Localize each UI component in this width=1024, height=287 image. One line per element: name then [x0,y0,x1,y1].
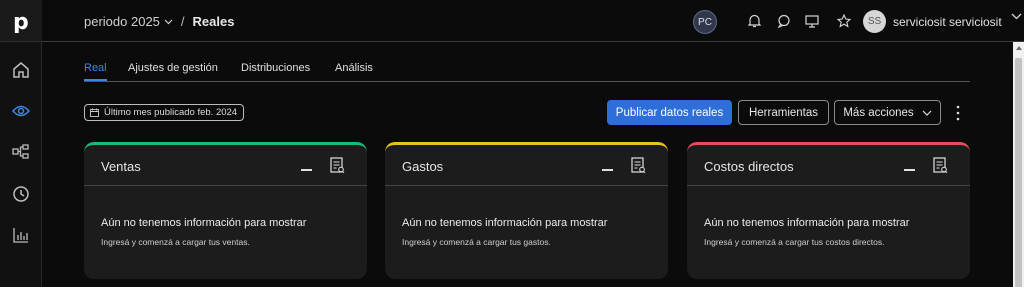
monitor-icon[interactable] [803,12,821,30]
tab-ajustes[interactable]: Ajustes de gestión [128,62,218,79]
breadcrumb-current: Reales [192,14,235,29]
home-icon[interactable] [9,58,33,82]
svg-text:p: p [13,10,29,33]
card-title: Costos directos [704,159,794,174]
card-empty-hint: Ingresá y comenzá a cargar tus ventas. [101,237,250,247]
report-icon[interactable] [933,157,948,174]
company-badge[interactable]: PC [693,10,717,34]
report-icon[interactable] [330,157,345,174]
logo-icon: p [13,10,29,33]
hierarchy-icon[interactable] [9,140,33,164]
period-label: periodo 2025 [84,14,160,29]
user-avatar[interactable]: SS [863,10,886,33]
card-empty-hint: Ingresá y comenzá a cargar tus costos di… [704,237,885,247]
card-empty-hint: Ingresá y comenzá a cargar tus gastos. [402,237,551,247]
top-bar: periodo 2025 / Reales PC SS serviciosit … [42,0,1024,42]
card-header: Ventas [84,145,367,186]
publish-real-data-button[interactable]: Publicar datos reales [607,100,732,125]
user-name[interactable]: serviciosit serviciosit [893,15,1002,29]
card-header: Costos directos [687,145,970,186]
more-actions-label: Más acciones [843,106,914,119]
scroll-up-arrow-icon[interactable] [1016,46,1022,50]
minimize-icon[interactable] [904,169,915,171]
card-costos-directos: Costos directos Aún no tenemos informaci… [687,142,970,279]
chevron-down-icon [164,19,173,24]
breadcrumb: periodo 2025 / Reales [84,14,234,29]
tab-bar: Real Ajustes de gestión Distribuciones A… [84,62,970,82]
card-title: Gastos [402,159,444,174]
chevron-down-icon [922,110,932,116]
tab-analisis[interactable]: Análisis [335,62,373,79]
eye-icon[interactable] [9,99,33,123]
last-published-month: Último mes publicado feb. 2024 [84,104,245,121]
tools-button[interactable]: Herramientas [738,100,829,125]
vertical-scrollbar[interactable] [1013,42,1024,287]
last-published-label: Último mes publicado feb. 2024 [104,107,238,118]
report-icon[interactable] [631,157,646,174]
tab-real[interactable]: Real [84,62,107,81]
tab-distribuciones[interactable]: Distribuciones [241,62,310,79]
card-title: Ventas [101,159,141,174]
bar-chart-icon[interactable] [9,223,33,247]
star-icon[interactable] [835,12,853,30]
chevron-down-icon[interactable] [1011,13,1022,20]
scroll-thumb[interactable] [1015,58,1022,287]
card-empty-message: Aún no tenemos información para mostrar [101,217,307,229]
card-ventas: Ventas Aún no tenemos información para m… [84,142,367,279]
side-rail: p [0,0,42,287]
bell-icon[interactable] [745,12,763,30]
card-empty-message: Aún no tenemos información para mostrar [402,217,608,229]
clock-icon[interactable] [9,182,33,206]
card-header: Gastos [385,145,668,186]
breadcrumb-separator: / [180,14,185,29]
app-logo[interactable]: p [0,0,42,42]
more-actions-button[interactable]: Más acciones [834,100,941,125]
period-selector[interactable]: periodo 2025 [84,14,173,29]
minimize-icon[interactable] [301,169,312,171]
chat-icon[interactable] [775,12,793,30]
card-empty-message: Aún no tenemos información para mostrar [704,217,910,229]
minimize-icon[interactable] [602,169,613,171]
card-gastos: Gastos Aún no tenemos información para m… [385,142,668,279]
kebab-menu-icon[interactable] [953,104,963,122]
calendar-icon [90,108,99,117]
